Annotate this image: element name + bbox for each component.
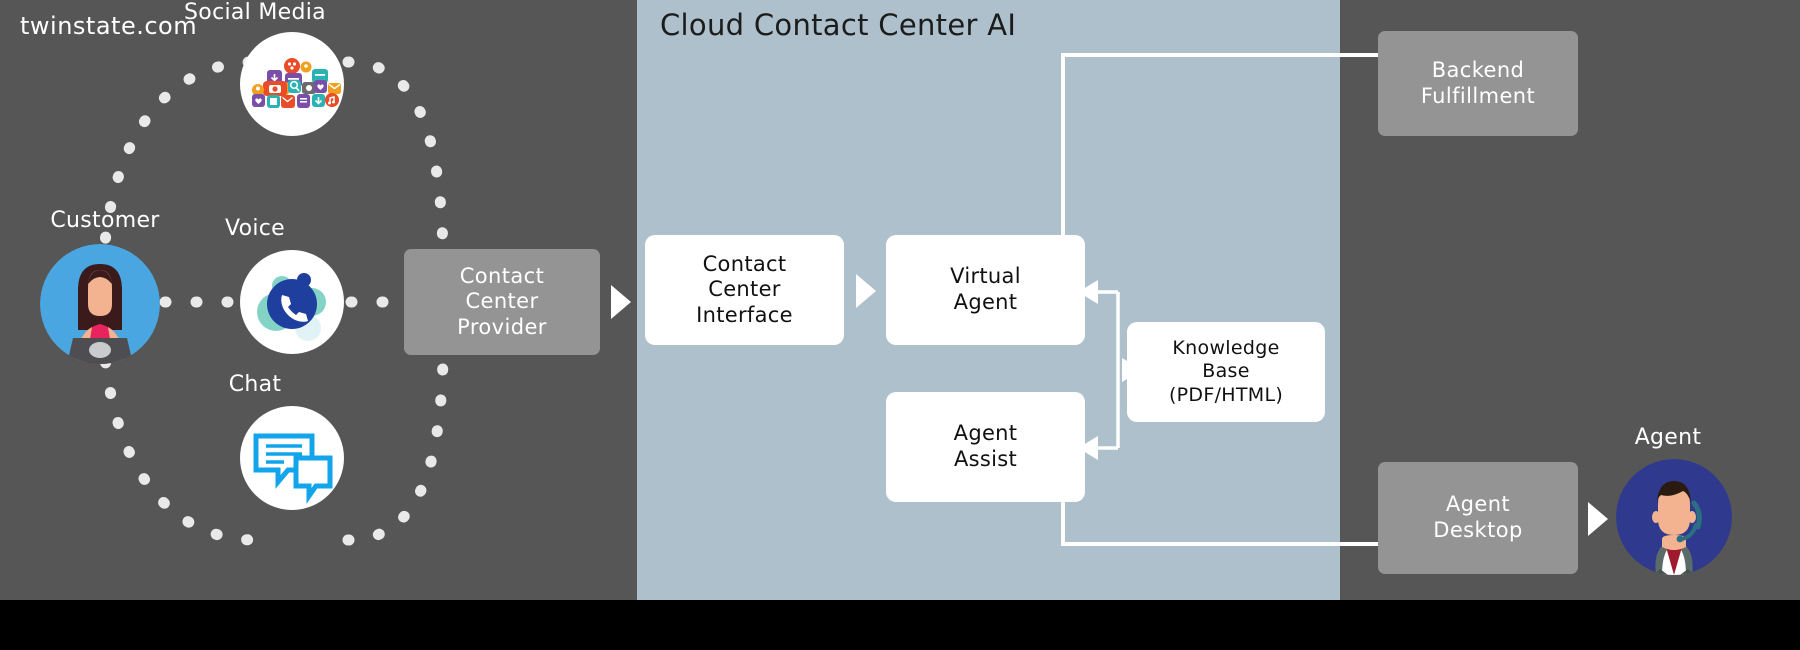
kb-line-3: (PDF/HTML) <box>1168 383 1284 406</box>
va-line-2: Agent <box>953 290 1018 314</box>
contact-center-interface-box[interactable]: Contact Center Interface <box>645 235 844 345</box>
ad-line-2: Desktop <box>1433 518 1523 542</box>
arrow-interface-to-virtual-agent-icon <box>856 274 876 308</box>
cci-line-2: Center <box>708 277 781 302</box>
ad-line-1: Agent <box>1445 492 1511 517</box>
footer-website: twinstate.com <box>20 12 198 40</box>
contact-center-provider-box[interactable]: Contact Center Provider <box>404 249 600 355</box>
diagram-canvas: Cloud Contact Center AI Social Media Cus… <box>0 0 1800 650</box>
agent-desktop-box[interactable]: Agent Desktop <box>1378 462 1578 574</box>
ccp-line-2: Center <box>465 289 539 314</box>
cci-line-1: Contact <box>702 251 787 276</box>
ccp-line-3: Provider <box>457 314 547 339</box>
desktop-connector-horizontal <box>1061 542 1381 546</box>
aa-line-2: Assist <box>953 447 1018 471</box>
footer-bar <box>0 600 1800 650</box>
agent-avatar[interactable] <box>1616 459 1732 575</box>
ccp-line-1: Contact <box>459 263 545 288</box>
kb-line-1: Knowledge <box>1172 337 1280 360</box>
agent-assist-box[interactable]: Agent Assist <box>886 392 1085 502</box>
voice-icon[interactable] <box>240 250 344 354</box>
va-line-1: Virtual <box>950 264 1021 289</box>
bf-line-1: Backend <box>1431 57 1525 82</box>
aa-line-1: Agent <box>953 421 1018 446</box>
backend-connector-vertical <box>1061 53 1065 237</box>
arrow-desktop-to-agent-icon <box>1588 502 1608 536</box>
kb-line-2: Base <box>1202 360 1250 383</box>
bf-line-2: Fulfillment <box>1420 83 1536 108</box>
chat-label: Chat <box>228 372 282 397</box>
social-media-icon[interactable] <box>240 32 344 136</box>
agent-label: Agent <box>1634 425 1702 450</box>
chat-icon[interactable] <box>240 406 344 510</box>
desktop-connector-vertical <box>1061 500 1065 546</box>
backend-fulfillment-box[interactable]: Backend Fulfillment <box>1378 31 1578 136</box>
virtual-agent-box[interactable]: Virtual Agent <box>886 235 1085 345</box>
page-title: Cloud Contact Center AI <box>660 8 1017 42</box>
backend-connector-horizontal <box>1061 53 1381 57</box>
cci-line-3: Interface <box>696 302 793 327</box>
arrow-provider-to-panel-icon <box>611 285 631 319</box>
voice-label: Voice <box>224 216 286 241</box>
customer-avatar[interactable] <box>40 244 160 364</box>
